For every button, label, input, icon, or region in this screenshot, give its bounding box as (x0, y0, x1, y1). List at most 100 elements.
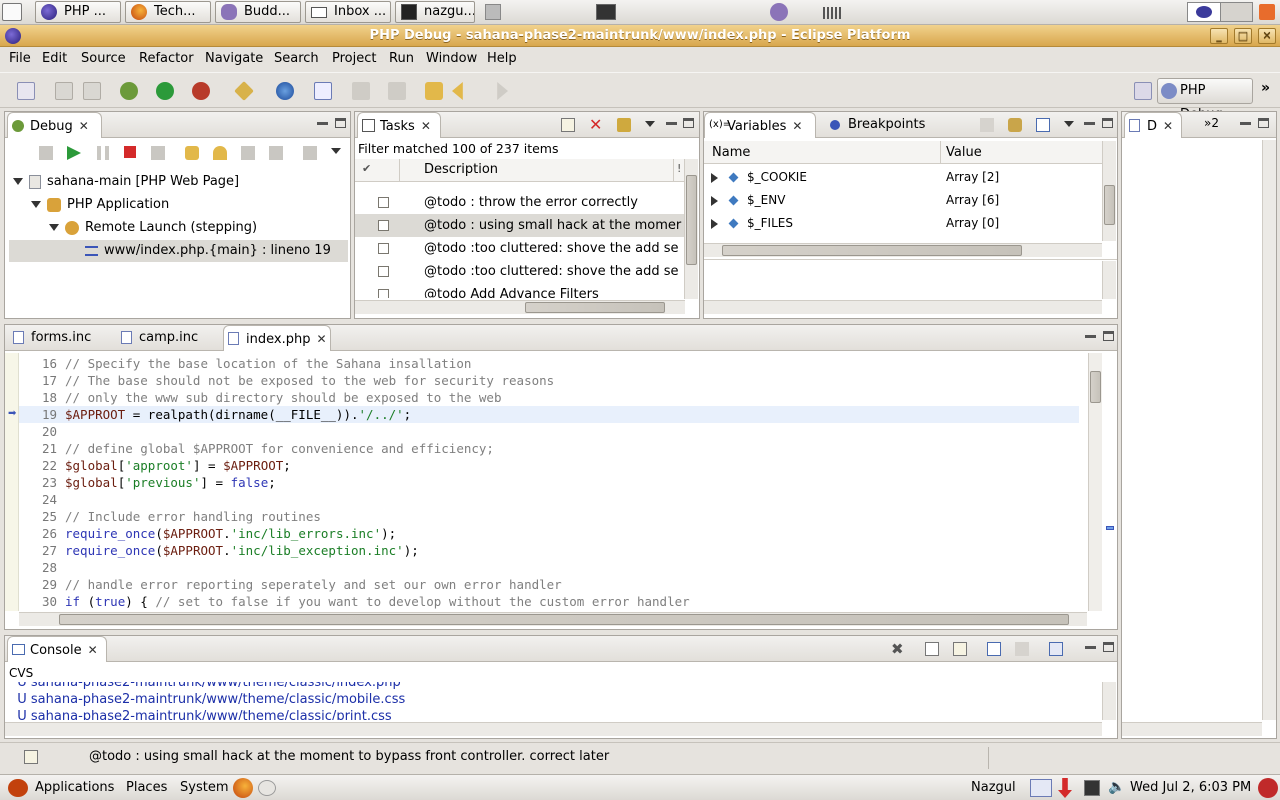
last-edit-icon[interactable] (425, 82, 443, 100)
maximize-button[interactable]: □ (1234, 28, 1252, 44)
menu-source[interactable]: Source (81, 50, 126, 68)
mail-launcher-icon[interactable] (258, 780, 276, 796)
step-into-icon[interactable] (185, 146, 199, 160)
code-line[interactable]: 22 $global['approot'] = $APPROOT; (19, 457, 1079, 474)
collapsed-icon[interactable] (711, 173, 718, 183)
usb-drive-icon[interactable] (485, 4, 501, 20)
task-checkbox[interactable] (378, 289, 389, 298)
places-menu[interactable]: Places (126, 780, 167, 795)
tab-console[interactable]: Console ✕ (7, 636, 107, 662)
menu-window[interactable]: Window (426, 50, 477, 68)
column-value[interactable]: Value (946, 145, 982, 160)
collapse-all-icon[interactable] (1036, 118, 1050, 132)
tab-forms-inc[interactable]: forms.inc (9, 325, 113, 351)
perspective-overflow-icon[interactable]: » (1261, 80, 1270, 96)
clock[interactable]: Wed Jul 2, 6:03 PM (1130, 780, 1251, 795)
menu-search[interactable]: Search (274, 50, 319, 68)
tab-tasks[interactable]: Tasks ✕ (357, 112, 441, 138)
taskbar-window-mail[interactable]: Inbox ... (305, 1, 391, 23)
new-icon[interactable] (17, 82, 35, 100)
console-vertical-scrollbar[interactable] (1102, 682, 1116, 720)
detail-horizontal-scrollbar[interactable] (704, 300, 1102, 314)
variables-horizontal-scrollbar[interactable] (704, 243, 1102, 257)
menu-project[interactable]: Project (332, 50, 376, 68)
tree-item-php-application[interactable]: PHP Application (31, 194, 169, 216)
web-browser-icon[interactable] (276, 82, 294, 100)
download-updates-icon[interactable] (1058, 778, 1072, 798)
minimize-view-icon[interactable] (317, 122, 328, 125)
clear-console-icon[interactable]: ✖ (891, 640, 904, 658)
maximize-view-icon[interactable] (1103, 642, 1114, 652)
suspend-icon[interactable] (97, 146, 109, 160)
open-perspective-icon[interactable] (1134, 82, 1152, 100)
overview-ruler[interactable] (1103, 353, 1117, 611)
menu-edit[interactable]: Edit (42, 50, 67, 68)
previous-annotation-icon[interactable] (388, 82, 406, 100)
open-type-icon[interactable] (314, 82, 332, 100)
tasks-horizontal-scrollbar[interactable] (355, 300, 685, 314)
step-return-icon[interactable] (241, 146, 255, 160)
code-line[interactable]: 27 require_once($APPROOT.'inc/lib_excepti… (19, 542, 1079, 559)
resume-icon[interactable] (67, 146, 81, 160)
maximize-view-icon[interactable] (683, 118, 694, 128)
code-line[interactable]: 19 $APPROOT = realpath(dirname(__FILE__))… (19, 406, 1079, 423)
menu-file[interactable]: File (9, 50, 31, 68)
ubuntu-logo-icon[interactable] (8, 779, 28, 797)
maximize-view-icon[interactable] (1102, 118, 1113, 128)
close-window-button[interactable]: ✕ (1258, 28, 1276, 44)
code-line[interactable]: 25 // Include error handling routines (19, 508, 1079, 525)
collapsed-icon[interactable] (711, 219, 718, 229)
debug-icon[interactable] (120, 82, 138, 100)
trash-icon[interactable] (1259, 4, 1275, 20)
workspace-switcher[interactable] (1187, 2, 1253, 22)
forward-icon[interactable] (497, 82, 508, 100)
network-manager-icon[interactable] (1084, 780, 1100, 796)
open-console-icon[interactable] (1049, 642, 1063, 656)
taskbar-window-eclipse[interactable]: PHP ... (35, 1, 121, 23)
expanded-icon[interactable] (49, 224, 59, 231)
task-checkbox[interactable] (378, 266, 389, 277)
code-line[interactable]: 18 // only the www sub directory should b… (19, 389, 1079, 406)
pin-console-icon[interactable] (953, 642, 967, 656)
editor-horizontal-scrollbar[interactable] (19, 612, 1087, 626)
firefox-launcher-icon[interactable] (233, 778, 253, 798)
overview-marker[interactable] (1106, 526, 1114, 530)
tree-item-remote-launch[interactable]: Remote Launch (stepping) (49, 217, 257, 239)
code-line[interactable]: 21 // define global $APPROOT for convenie… (19, 440, 1079, 457)
show-type-names-icon[interactable] (980, 118, 994, 132)
view-menu-icon[interactable] (1064, 121, 1074, 127)
variable-row[interactable]: $_COOKIE Array [2] (704, 166, 1099, 189)
taskbar-window-pidgin[interactable]: Budd... (215, 1, 301, 23)
task-row[interactable]: @todo :too cluttered: shove the add se (355, 237, 685, 260)
code-line[interactable]: 28 (19, 559, 1079, 576)
close-icon[interactable]: ✕ (421, 119, 431, 133)
user-name[interactable]: Nazgul (971, 780, 1016, 795)
task-checkbox[interactable] (378, 243, 389, 254)
tasks-vertical-scrollbar[interactable] (684, 159, 698, 299)
view-menu-icon[interactable] (331, 148, 341, 154)
task-checkbox[interactable] (378, 197, 389, 208)
expanded-icon[interactable] (31, 201, 41, 208)
tree-item-sahana-main[interactable]: sahana-main [PHP Web Page] (13, 171, 239, 193)
console-horizontal-scrollbar[interactable] (5, 722, 1102, 736)
pidgin-tray-icon[interactable] (770, 3, 788, 21)
console-output[interactable]: U sahana-phase2-maintrunk/www/theme/clas… (9, 682, 1105, 720)
tab-breakpoints[interactable]: Breakpoints (826, 112, 936, 138)
code-editor[interactable]: 16 // Specify the base location of the Sa… (19, 353, 1087, 611)
code-line[interactable]: 20 (19, 423, 1079, 440)
close-icon[interactable]: ✕ (316, 332, 326, 346)
step-over-icon[interactable] (213, 146, 227, 160)
code-line[interactable]: 30 if (true) { // set to false if you wan… (19, 593, 1079, 610)
tree-item-stack-frame[interactable]: www/index.php.{main} : lineno 19 (9, 240, 348, 262)
maximize-editor-icon[interactable] (1103, 331, 1114, 341)
tab-index-php[interactable]: index.php ✕ (223, 325, 331, 351)
code-line[interactable]: 17 // The base should not be exposed to t… (19, 372, 1079, 389)
delete-icon[interactable]: ✕ (589, 115, 602, 134)
run-icon[interactable] (156, 82, 174, 100)
update-notifier-icon[interactable] (1030, 779, 1052, 797)
code-line[interactable]: 23 $global['previous'] = false; (19, 474, 1079, 491)
menu-help[interactable]: Help (487, 50, 517, 68)
column-complete[interactable]: ✔ (362, 162, 371, 175)
tab-outline[interactable]: D ✕ (1124, 112, 1182, 138)
applications-menu[interactable]: Applications (35, 780, 114, 795)
